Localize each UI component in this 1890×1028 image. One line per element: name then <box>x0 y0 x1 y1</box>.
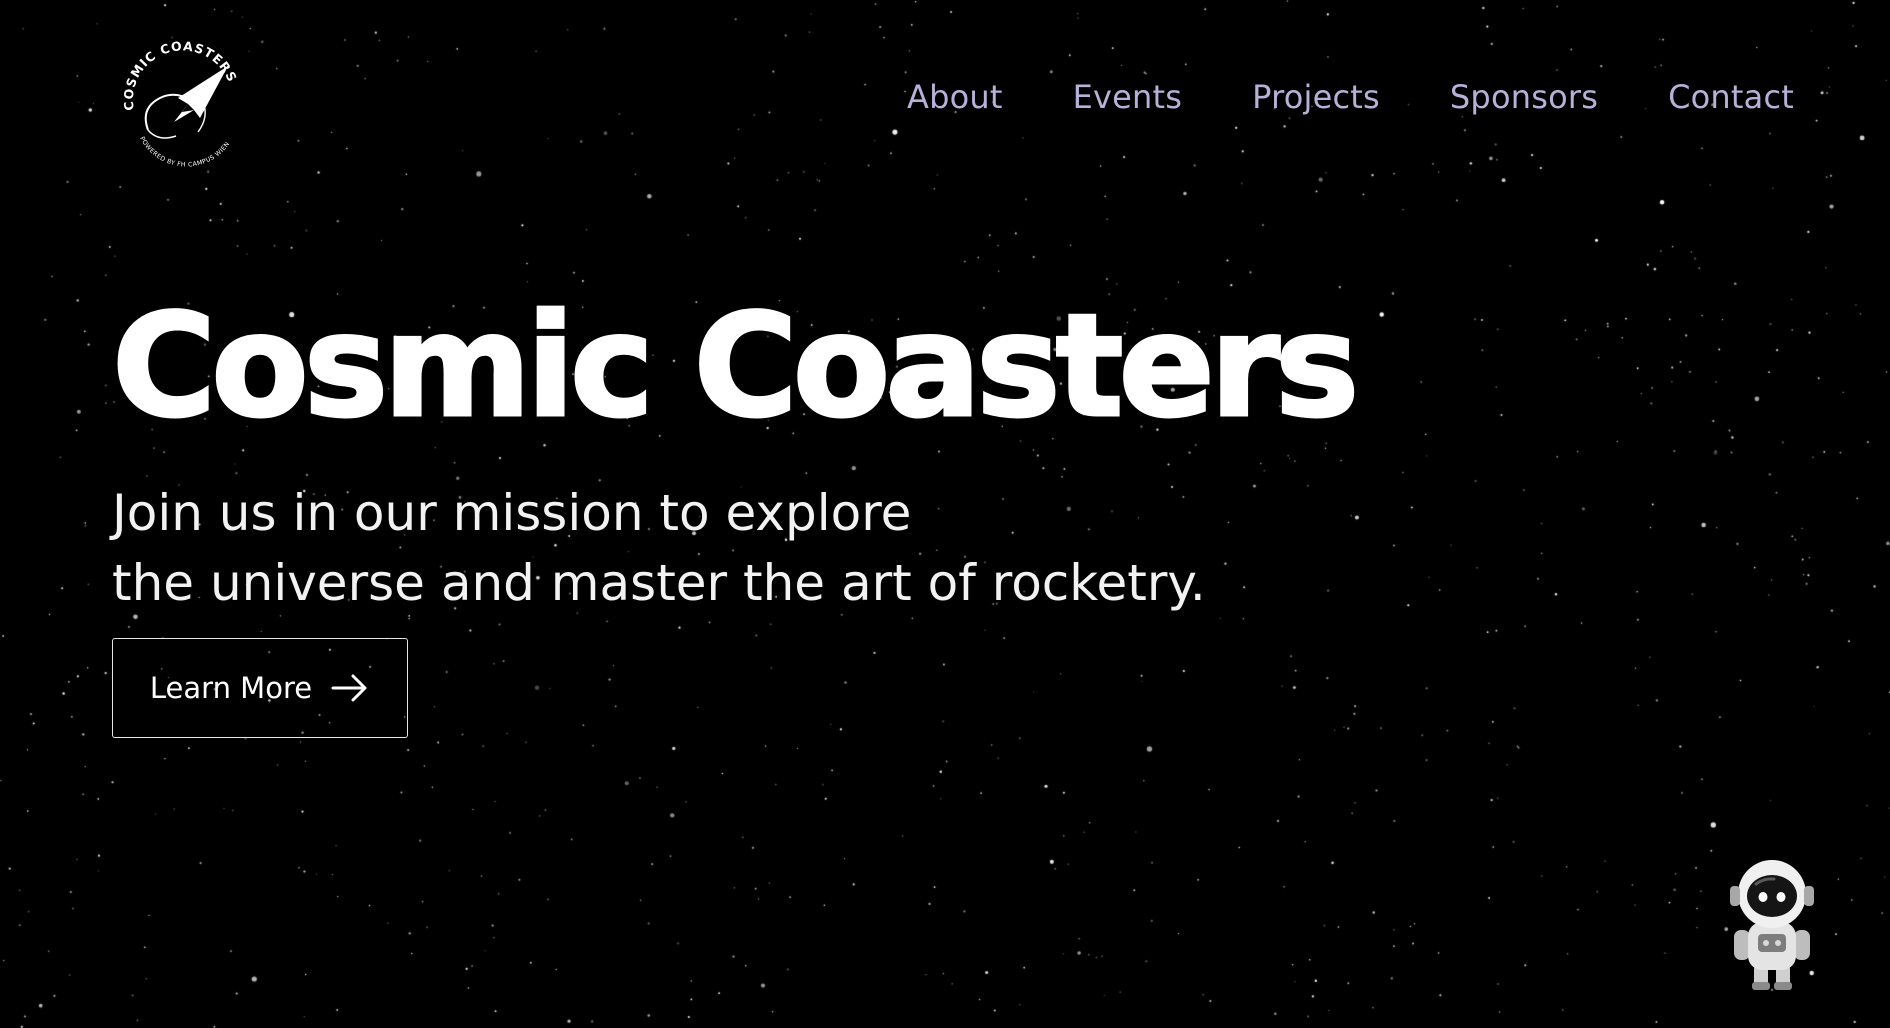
astronaut-mascot[interactable] <box>1722 856 1822 992</box>
astronaut-icon <box>1730 860 1814 990</box>
hero-subtitle-line1: Join us in our mission to explore <box>112 484 912 542</box>
site-header: COSMIC COASTERS POWERED BY FH CAMPUS WIE… <box>0 0 1890 180</box>
site-logo[interactable]: COSMIC COASTERS POWERED BY FH CAMPUS WIE… <box>118 38 248 168</box>
learn-more-label: Learn More <box>149 671 313 705</box>
nav-contact[interactable]: Contact <box>1668 78 1794 116</box>
nav-about[interactable]: About <box>907 78 1003 116</box>
nav-sponsors[interactable]: Sponsors <box>1450 78 1598 116</box>
rocket-logo-icon: COSMIC COASTERS POWERED BY FH CAMPUS WIE… <box>121 38 245 168</box>
arrow-right-icon <box>331 674 367 702</box>
main-nav: About Events Projects Sponsors Contact <box>907 78 1794 116</box>
learn-more-button[interactable]: Learn More <box>112 638 408 738</box>
hero-title: Cosmic Coasters <box>110 284 1360 449</box>
hero-section: Cosmic Coasters Join us in our mission t… <box>110 284 1360 618</box>
nav-events[interactable]: Events <box>1073 78 1183 116</box>
nav-projects[interactable]: Projects <box>1252 78 1380 116</box>
hero-subtitle: Join us in our mission to explore the un… <box>112 478 1354 618</box>
hero-subtitle-line2: the universe and master the art of rocke… <box>112 554 1206 612</box>
